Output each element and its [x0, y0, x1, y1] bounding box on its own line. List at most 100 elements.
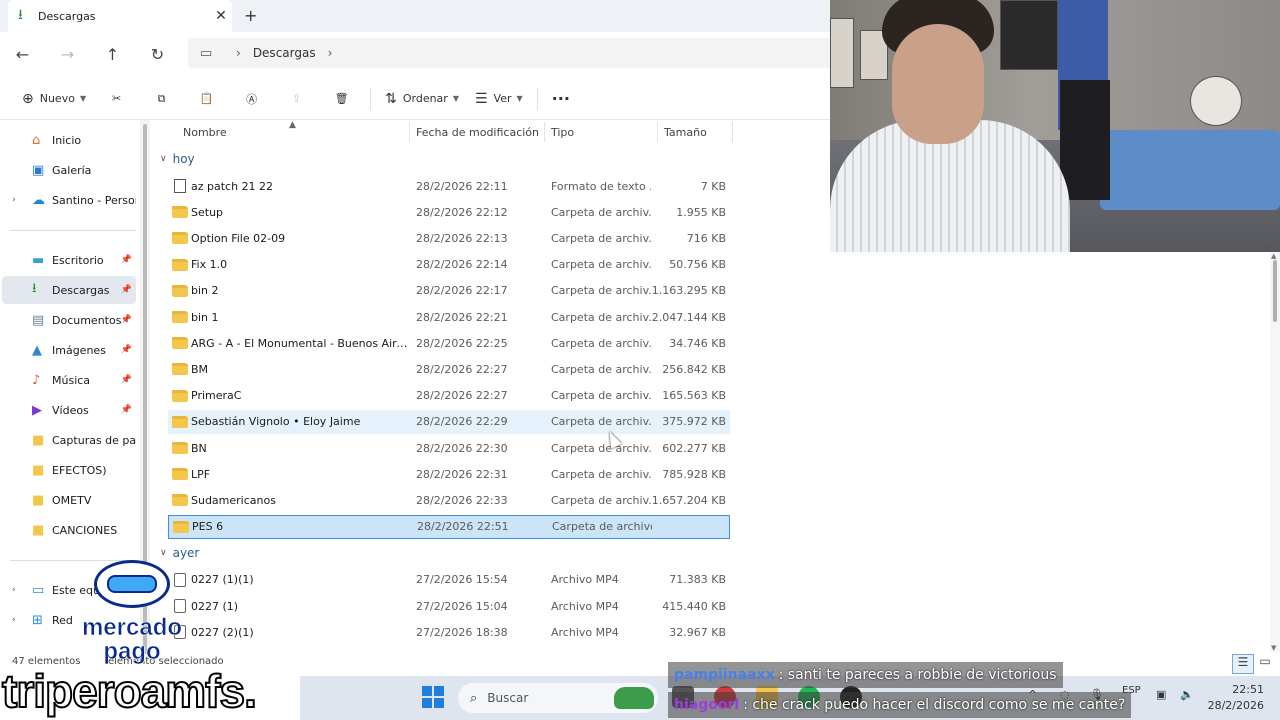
scroll-down-icon[interactable]: ▼ [1271, 644, 1276, 652]
sidebar-item-inicio[interactable]: ⌂ Inicio [2, 126, 136, 154]
breadcrumb-descargas[interactable]: Descargas [253, 46, 316, 60]
file-row[interactable]: az patch 21 22 28/2/2026 22:11 Formato de … [168, 174, 730, 198]
sidebar-item-videos[interactable]: ▶ Vídeos 📌 [2, 396, 136, 424]
close-tab-button[interactable]: ✕ [210, 8, 232, 24]
file-list: Nombre ▲ Fecha de modificación Tipo Tama… [150, 120, 830, 660]
start-button[interactable] [422, 686, 444, 708]
chevron-right-icon[interactable]: › [12, 585, 16, 595]
sidebar-item-musica[interactable]: ♪ Música 📌 [2, 366, 136, 394]
pin-icon[interactable]: 📌 [121, 255, 132, 265]
sidebar-item-ometv[interactable]: ■ OMETV [2, 486, 136, 514]
paste-icon: 📋 [199, 92, 214, 105]
chevron-right-icon[interactable]: › [12, 195, 16, 205]
column-divider[interactable] [732, 122, 733, 142]
file-name: Fix 1.0 [191, 258, 228, 272]
poster [830, 18, 854, 88]
poster [1000, 0, 1058, 70]
file-row[interactable]: PrimeraC 28/2/2026 22:27 Carpeta de archiv… [168, 384, 730, 408]
sidebar-item-onedrive[interactable]: › ☁ Santino - Personal [2, 186, 136, 214]
tab-bar: ⭳ Descargas ✕ + [0, 0, 830, 32]
file-row[interactable]: Sudamericanos 28/2/2026 22:33 Carpeta de a… [168, 488, 730, 512]
column-divider[interactable] [657, 122, 658, 142]
sidebar-item-efectos[interactable]: ■ EFECTOS) [2, 456, 136, 484]
sidebar-item-galeria[interactable]: ▣ Galería [2, 156, 136, 184]
file-row[interactable]: bin 1 28/2/2026 22:21 Carpeta de archiv...… [168, 305, 730, 329]
sidebar-item-label: Capturas de pantalla [52, 433, 136, 447]
column-label: Tipo [551, 125, 575, 139]
up-button[interactable]: ↑ [90, 45, 135, 64]
pin-icon[interactable]: 📌 [121, 375, 132, 385]
file-row[interactable]: 0227 (1) 27/2/2026 15:04 Archivo MP4 415.44… [168, 594, 730, 618]
file-type: Carpeta de archiv... [551, 284, 651, 298]
paste-button[interactable]: 📋 [184, 83, 229, 115]
handshake-shape [107, 575, 157, 593]
view-button[interactable]: ☰ Ver ▼ [467, 83, 531, 115]
file-row[interactable]: 0227 (2)(1) 27/2/2026 18:38 Archivo MP4 32.… [168, 620, 730, 644]
chevron-right-icon[interactable]: › [12, 615, 16, 625]
back-button[interactable]: ← [0, 45, 45, 64]
delete-button[interactable]: 🗑 [319, 83, 364, 115]
documents-icon: ▤ [32, 312, 45, 328]
pin-icon[interactable]: 📌 [121, 285, 132, 295]
file-row[interactable]: BN 28/2/2026 22:30 Carpeta de archiv... 602… [168, 436, 730, 460]
sidebar-item-canciones[interactable]: ■ CANCIONES [2, 516, 136, 544]
cut-button[interactable]: ✂ [94, 83, 139, 115]
file-row[interactable]: Sebastián Vignolo • Eloy Jaime 28/2/2026 … [168, 409, 730, 434]
chat-message: pampiinaaxx : santi te pareces a robbie … [668, 662, 1063, 688]
folder-icon [172, 442, 188, 454]
address-bar[interactable]: ▭ › Descargas › [188, 38, 838, 68]
plus-circle-icon: ⊕ [22, 90, 34, 107]
column-header-date[interactable]: Fecha de modificación [416, 120, 544, 144]
group-header[interactable]: ∨ hoy [160, 148, 195, 170]
pin-icon[interactable]: 📌 [121, 405, 132, 415]
file-row[interactable]: Setup 28/2/2026 22:12 Carpeta de archiv...… [168, 200, 730, 224]
sidebar-item-capturas[interactable]: ■ Capturas de pantalla [2, 426, 136, 454]
more-options-button[interactable]: ··· [544, 83, 578, 115]
file-row[interactable]: ARG - A - El Monumental - Buenos Aires .… [168, 331, 730, 355]
forward-button[interactable]: → [45, 45, 90, 64]
navigation-bar: ← → ↑ ↻ ▭ › Descargas › [0, 32, 838, 76]
chevron-down-icon[interactable]: ∨ [160, 548, 167, 558]
file-row[interactable]: BM 28/2/2026 22:27 Carpeta de archiv... 256… [168, 357, 730, 381]
column-divider[interactable] [409, 122, 410, 142]
file-row[interactable]: 0227 (1)(1) 27/2/2026 15:54 Archivo MP4 71.… [168, 568, 730, 592]
sidebar-item-label: Inicio [52, 133, 82, 147]
pictures-icon: ▲ [32, 342, 42, 358]
column-header-type[interactable]: Tipo [551, 120, 656, 144]
file-date: 28/2/2026 22:21 [416, 310, 508, 324]
refresh-button[interactable]: ↻ [135, 45, 180, 64]
file-row[interactable]: PES 6 28/2/2026 22:51 Carpeta de archivos [168, 514, 730, 539]
pc-icon: ▭ [32, 582, 45, 598]
chevron-right-icon[interactable]: › [328, 46, 333, 60]
chevron-right-icon[interactable]: › [236, 46, 241, 60]
share-button[interactable]: ⇪ [274, 83, 319, 115]
new-button[interactable]: ⊕ Nuevo ▼ [14, 83, 94, 115]
sidebar-item-documentos[interactable]: ▤ Documentos 📌 [2, 306, 136, 334]
tab-descargas[interactable]: ⭳ Descargas ✕ [8, 0, 232, 32]
file-row[interactable]: Fix 1.0 28/2/2026 22:14 Carpeta de archiv.… [168, 253, 730, 277]
folder-icon [172, 284, 188, 297]
pin-icon[interactable]: 📌 [121, 315, 132, 325]
column-divider[interactable] [544, 122, 545, 142]
file-type: Carpeta de archiv... [551, 258, 651, 272]
file-row[interactable]: LPF 28/2/2026 22:31 Carpeta de archiv... 78… [168, 462, 730, 486]
pin-icon[interactable]: 📌 [121, 345, 132, 355]
page-scrollbar[interactable]: ▲ ▼ [1270, 252, 1280, 652]
scrollbar-thumb[interactable] [1273, 260, 1277, 322]
sidebar-item-imagenes[interactable]: ▲ Imágenes 📌 [2, 336, 136, 364]
column-header-size[interactable]: Tamaño [664, 120, 732, 144]
folder-icon [172, 232, 188, 245]
sidebar-item-descargas[interactable]: ⭳ Descargas 📌 [2, 276, 136, 304]
new-tab-button[interactable]: + [244, 6, 257, 25]
new-label: Nuevo [39, 92, 75, 105]
sidebar-item-escritorio[interactable]: ▬ Escritorio 📌 [2, 246, 136, 274]
file-name: BM [191, 362, 209, 376]
file-row[interactable]: bin 2 28/2/2026 22:17 Carpeta de archiv...… [168, 279, 730, 303]
chevron-down-icon[interactable]: ∨ [160, 154, 167, 164]
sort-button[interactable]: ⇅ Ordenar ▼ [377, 83, 467, 115]
rename-button[interactable]: Ⓐ [229, 83, 274, 115]
taskbar-search[interactable]: ⌕ Buscar [458, 683, 658, 713]
scroll-up-icon[interactable]: ▲ [1271, 252, 1276, 260]
copy-button[interactable]: ⧉ [139, 83, 184, 115]
file-row[interactable]: Option File 02-09 28/2/2026 22:13 Carpeta … [168, 226, 730, 250]
